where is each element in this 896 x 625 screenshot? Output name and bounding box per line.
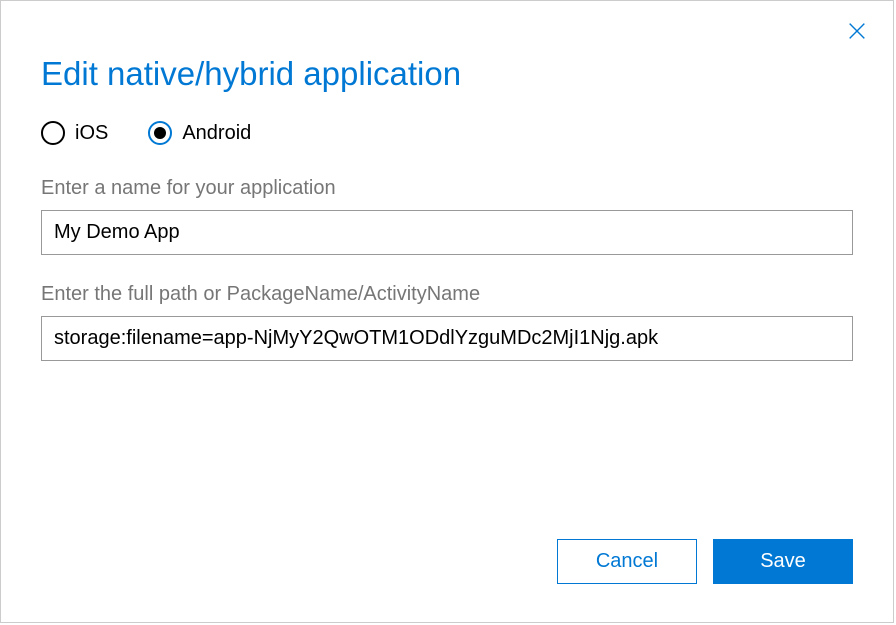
radio-option-ios[interactable]: iOS bbox=[41, 121, 108, 145]
app-name-input[interactable] bbox=[41, 210, 853, 255]
radio-circle-icon bbox=[41, 121, 65, 145]
app-name-label: Enter a name for your application bbox=[41, 177, 853, 200]
radio-label-android: Android bbox=[182, 122, 251, 145]
close-button[interactable] bbox=[845, 19, 869, 43]
radio-dot-icon bbox=[154, 127, 166, 139]
dialog-title: Edit native/hybrid application bbox=[41, 55, 853, 93]
radio-label-ios: iOS bbox=[75, 122, 108, 145]
edit-application-dialog: Edit native/hybrid application iOS Andro… bbox=[0, 0, 894, 623]
platform-radio-group: iOS Android bbox=[41, 121, 853, 145]
app-path-input[interactable] bbox=[41, 316, 853, 361]
radio-circle-selected-icon bbox=[148, 121, 172, 145]
app-path-label: Enter the full path or PackageName/Activ… bbox=[41, 283, 853, 306]
cancel-button[interactable]: Cancel bbox=[557, 539, 697, 584]
dialog-button-row: Cancel Save bbox=[557, 539, 853, 584]
radio-option-android[interactable]: Android bbox=[148, 121, 251, 145]
save-button[interactable]: Save bbox=[713, 539, 853, 584]
close-icon bbox=[846, 20, 868, 42]
